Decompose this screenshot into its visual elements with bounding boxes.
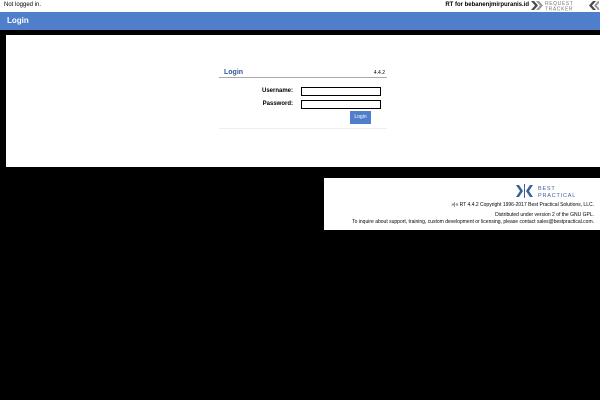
top-bar: Not logged in. RT for bebanenjmirpuranis… [0,0,600,12]
password-label: Password: [262,101,293,107]
license-text: Distributed under version 2 of the GNU G… [495,212,594,218]
page-title: Login [7,16,29,25]
rt-version: 4.4.2 [373,70,385,76]
login-form: Login 4.4.2 Username: Password: Login [219,68,387,130]
svg-text:TRACKER: TRACKER [545,7,573,12]
title-bar-shadow [0,30,600,33]
best-practical-logo-icon[interactable]: BEST PRACTICAL [516,183,596,199]
login-status-text: Not logged in. [4,2,42,8]
username-input[interactable] [301,87,381,96]
password-input[interactable] [301,100,381,109]
login-box-divider [219,77,387,78]
login-box-title: Login [224,69,244,76]
rt-instance-name: RT for bebanenjmirpuranis.id [445,2,529,8]
bp-logo-text-bottom: PRACTICAL [538,193,576,199]
login-button[interactable]: Login [350,111,371,124]
inquiry-text: To inquire about support, training, cust… [352,219,594,225]
copyright-text: »|« RT 4.4.2 Copyright 1996-2017 Best Pr… [451,202,594,208]
footer: BEST PRACTICAL »|« RT 4.4.2 Copyright 19… [324,178,600,230]
username-label: Username: [261,88,293,94]
title-bar: Login [0,12,600,30]
rt-logo-icon[interactable]: REQUEST TRACKER [531,0,599,11]
bp-logo-text-top: BEST [538,186,556,192]
login-box-bottom-divider [219,128,387,129]
